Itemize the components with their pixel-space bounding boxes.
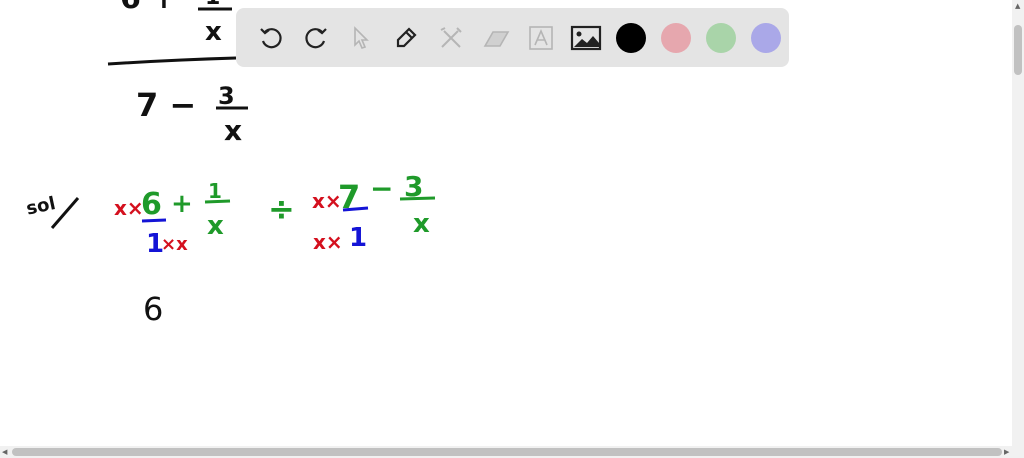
select-button[interactable] — [338, 18, 383, 58]
step1-mult-den: ×x — [161, 234, 188, 255]
step1-frac2-den: x — [413, 209, 430, 239]
numerator-whole: 6 + — [120, 0, 176, 16]
step1-plus: + — [171, 189, 193, 219]
tools-icon — [440, 26, 462, 48]
drawing-toolbar — [236, 8, 789, 67]
vertical-scrollbar[interactable]: ▲ — [1012, 0, 1024, 446]
color-black[interactable] — [608, 18, 653, 58]
scroll-left-icon[interactable]: ◀ — [2, 448, 7, 456]
eraser-button[interactable] — [473, 18, 518, 58]
undo-icon — [259, 27, 282, 48]
color-swatch-green — [705, 22, 736, 53]
eraser-icon — [483, 30, 509, 47]
tools-button[interactable] — [428, 18, 473, 58]
color-purple[interactable] — [743, 18, 788, 58]
select-icon — [353, 25, 369, 49]
step1-mult-den2: x× — [313, 230, 343, 254]
step2-text: 6 — [143, 290, 163, 328]
color-swatch-pink — [660, 22, 691, 53]
vertical-scroll-thumb[interactable] — [1014, 25, 1022, 75]
denominator-frac-num: 3 — [218, 82, 235, 110]
denominator-frac-den: x — [224, 114, 242, 147]
image-button[interactable] — [563, 18, 608, 58]
redo-icon — [304, 27, 327, 48]
color-swatch-purple — [750, 22, 781, 53]
step1-one-den2: 1 — [349, 223, 367, 253]
step1-mult-left: x× — [114, 196, 144, 220]
redo-button[interactable] — [293, 18, 338, 58]
numerator-frac-den: x — [205, 17, 222, 47]
step1-frac-bar — [204, 199, 231, 204]
step1-frac2-bar — [399, 196, 436, 201]
sol-label: sol — [24, 193, 57, 220]
horizontal-scrollbar[interactable]: ◀ ▶ — [0, 446, 1024, 458]
text-icon — [528, 25, 553, 50]
step1-minus: − — [370, 172, 393, 205]
scroll-right-icon[interactable]: ▶ — [1004, 448, 1009, 456]
pen-button[interactable] — [383, 18, 428, 58]
horizontal-scroll-thumb[interactable] — [12, 448, 1002, 456]
color-green[interactable] — [698, 18, 743, 58]
text-button[interactable] — [518, 18, 563, 58]
step1-frac-den: x — [207, 211, 224, 241]
denominator-whole: 7 − — [136, 86, 196, 124]
main-fraction-bar — [107, 56, 237, 66]
undo-button[interactable] — [248, 18, 293, 58]
step1-divide: ÷ — [268, 190, 295, 228]
pen-icon — [396, 26, 417, 47]
color-pink[interactable] — [653, 18, 698, 58]
scroll-up-icon[interactable]: ▲ — [1015, 2, 1020, 10]
color-swatch-black — [615, 22, 646, 53]
step1-blue-bar — [141, 218, 167, 223]
step1-blue-bar2 — [342, 206, 369, 212]
step1-frac-num: 1 — [208, 179, 222, 203]
image-icon — [570, 25, 601, 50]
step1-six: 6 — [141, 187, 162, 222]
